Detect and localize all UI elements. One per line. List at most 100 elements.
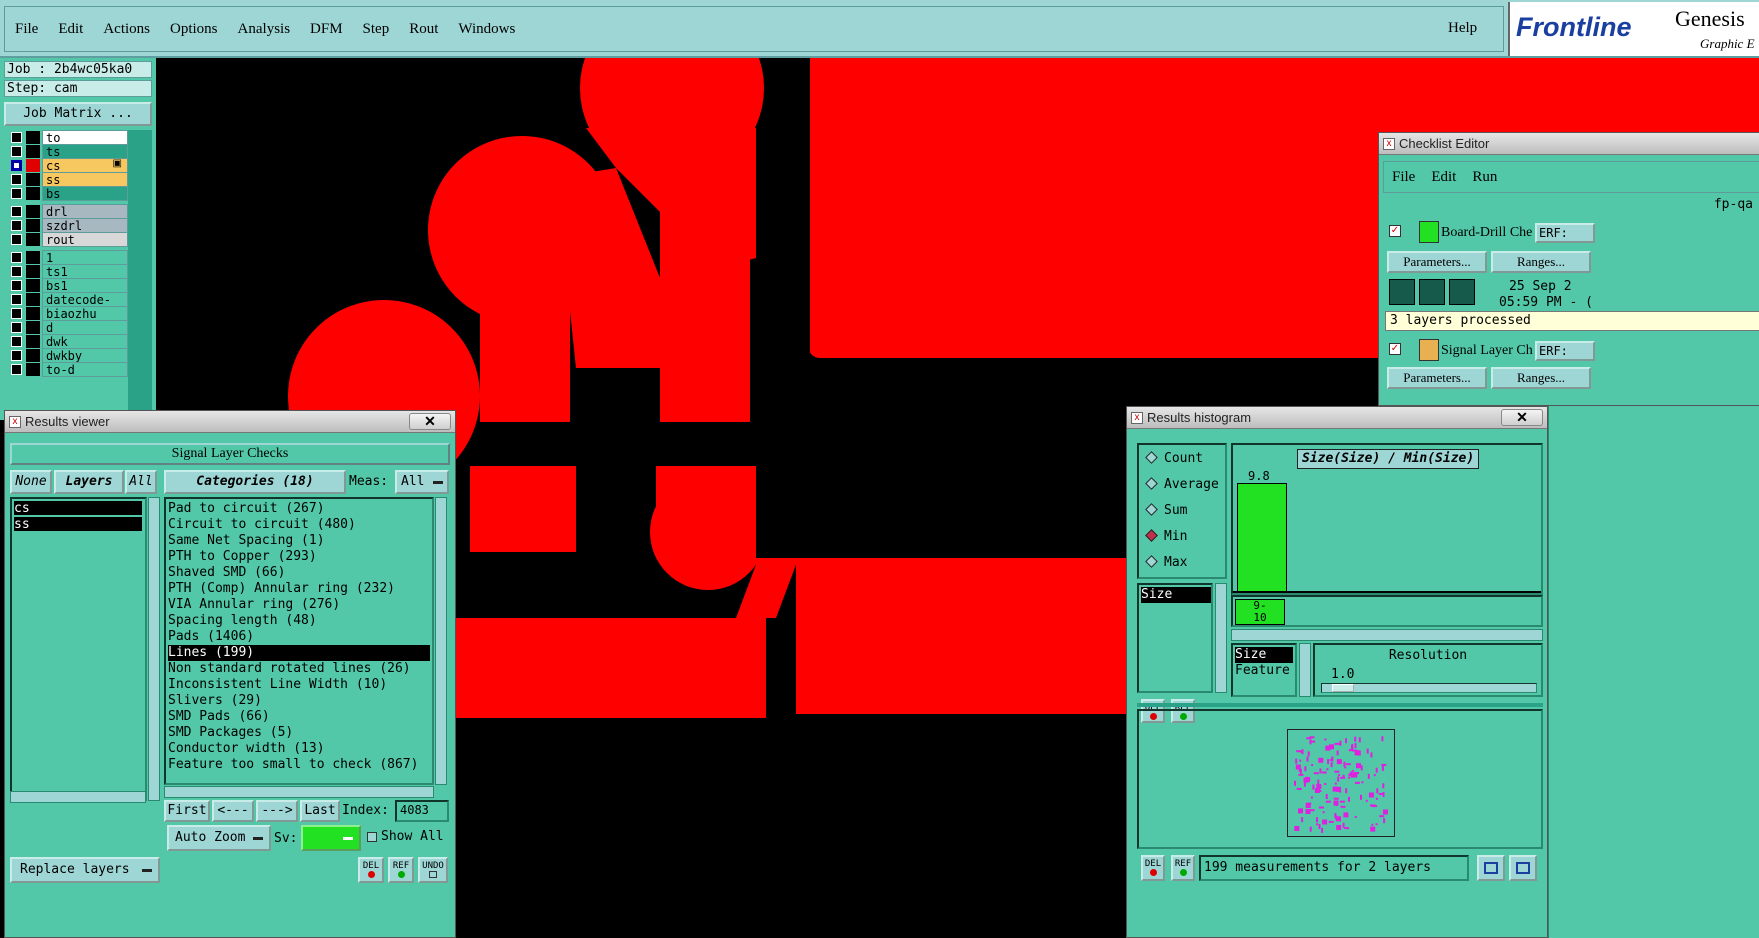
list-item[interactable]: Size	[1235, 647, 1293, 663]
first-button[interactable]: First	[164, 800, 210, 822]
category-item[interactable]: Spacing length (48)	[168, 613, 430, 629]
show-all-checkbox[interactable]	[367, 832, 377, 842]
sv-color-dropdown[interactable]	[301, 825, 361, 851]
menu-help[interactable]: Help	[1448, 20, 1477, 37]
category-item[interactable]: Feature too small to check (867)	[168, 757, 430, 773]
categories-button[interactable]: Categories (18)	[164, 470, 346, 494]
list-item[interactable]: cs	[14, 501, 142, 516]
layer-row-drl[interactable]: drl	[4, 204, 128, 219]
menu-options[interactable]: Options	[160, 21, 228, 38]
layer-row-cs[interactable]: cs ▣	[4, 158, 128, 173]
radio-sum[interactable]: Sum	[1145, 503, 1187, 518]
layer-row-rout[interactable]: rout	[4, 232, 128, 247]
auto-zoom-dropdown[interactable]: Auto Zoom	[167, 825, 271, 851]
checklist-titlebar[interactable]: x Checklist Editor	[1379, 133, 1759, 155]
layer-row-bs1[interactable]: bs1	[4, 278, 128, 293]
layer-row-1[interactable]: 1	[4, 250, 128, 265]
layer-checkbox[interactable]	[11, 234, 22, 245]
layer-name[interactable]: drl	[42, 204, 128, 219]
del-button-bottom[interactable]: DEL	[1141, 855, 1165, 881]
ranges-button-2[interactable]: Ranges...	[1491, 367, 1591, 389]
layer-name[interactable]: ss	[42, 172, 128, 187]
histogram-hscroll[interactable]	[1231, 629, 1543, 641]
menu-dfm[interactable]: DFM	[300, 21, 353, 38]
menu-edit[interactable]: Edit	[1423, 169, 1464, 186]
check2-name[interactable]: Signal Layer Ch	[1441, 343, 1533, 359]
close-icon[interactable]: ✕	[409, 413, 451, 430]
layer-name[interactable]: dwkby	[42, 348, 128, 363]
run-icon[interactable]	[1449, 279, 1475, 305]
layer-name[interactable]: datecode-ptc	[42, 292, 128, 321]
zoom-fit-button[interactable]	[1477, 855, 1505, 881]
layer-checkbox[interactable]	[11, 280, 22, 291]
category-item[interactable]: SMD Pads (66)	[168, 709, 430, 725]
parameters-button[interactable]: Parameters...	[1387, 251, 1487, 273]
layer-row-dwk[interactable]: dwk	[4, 334, 128, 349]
erf-button[interactable]: ERF:	[1535, 223, 1595, 243]
undo-button[interactable]: UNDO	[418, 857, 448, 883]
layer-name[interactable]: to-d	[42, 362, 128, 377]
menu-file[interactable]: File	[5, 21, 48, 38]
layer-checkbox[interactable]	[11, 206, 22, 217]
menu-run[interactable]: Run	[1464, 169, 1505, 186]
meas-dropdown[interactable]: All	[395, 470, 449, 494]
all-button[interactable]: All	[125, 470, 157, 494]
layer-checkbox[interactable]	[11, 364, 22, 375]
layer-row-ts[interactable]: ts	[4, 144, 128, 159]
layer-checkbox[interactable]	[11, 308, 22, 319]
category-list-scrollbar[interactable]	[435, 497, 447, 785]
replace-layers-dropdown[interactable]: Replace layers	[10, 857, 160, 883]
category-item[interactable]: Non standard rotated lines (26)	[168, 661, 430, 677]
layer-name[interactable]: szdrl	[42, 218, 128, 233]
radio-max[interactable]: Max	[1145, 555, 1187, 570]
layer-checkbox[interactable]	[11, 146, 22, 157]
layers-button[interactable]: Layers	[54, 470, 124, 494]
histogram-bar[interactable]	[1237, 483, 1287, 593]
job-matrix-button[interactable]: Job Matrix ...	[4, 102, 152, 126]
layer-results-list[interactable]: cs ss	[10, 497, 147, 801]
category-list-hscroll[interactable]	[164, 786, 434, 798]
layer-list-scrollbar[interactable]	[128, 130, 152, 420]
menu-edit[interactable]: Edit	[48, 21, 93, 38]
layer-row-bs[interactable]: bs	[4, 186, 128, 201]
layer-name[interactable]: bs1	[42, 278, 128, 293]
category-item[interactable]: Conductor width (13)	[168, 741, 430, 757]
layer-name[interactable]: 1	[42, 250, 128, 265]
property-list[interactable]: Size Feature	[1231, 643, 1297, 697]
del-button[interactable]: DEL	[358, 857, 384, 883]
results-viewer-titlebar[interactable]: x Results viewer ✕	[5, 411, 455, 433]
layer-row-datecode-ptc[interactable]: datecode-ptc	[4, 292, 128, 321]
menu-windows[interactable]: Windows	[448, 21, 525, 38]
slider-handle[interactable]	[1332, 684, 1354, 692]
category-item[interactable]: Inconsistent Line Width (10)	[168, 677, 430, 693]
category-item[interactable]: Slivers (29)	[168, 693, 430, 709]
category-item[interactable]: PTH to Copper (293)	[168, 549, 430, 565]
menu-step[interactable]: Step	[353, 21, 400, 38]
layer-checkbox[interactable]	[11, 220, 22, 231]
histogram-chart[interactable]: Size(Size) / Min(Size) 9.8	[1231, 443, 1543, 595]
menu-rout[interactable]: Rout	[399, 21, 448, 38]
category-item[interactable]: Pad to circuit (267)	[168, 501, 430, 517]
radio-min[interactable]: Min	[1145, 529, 1187, 544]
ref-button-bottom[interactable]: REF	[1171, 855, 1195, 881]
ref-button[interactable]: REF	[388, 857, 414, 883]
layer-checkbox[interactable]	[11, 350, 22, 361]
layer-row-to-d[interactable]: to-d	[4, 362, 128, 377]
index-field[interactable]: 4083	[395, 800, 449, 822]
category-item[interactable]: Lines (199)	[168, 645, 430, 661]
layer-name[interactable]: biaozhu	[42, 306, 128, 321]
next-button[interactable]: --->	[256, 800, 298, 822]
category-item[interactable]: Same Net Spacing (1)	[168, 533, 430, 549]
none-button[interactable]: None	[10, 470, 52, 494]
layer-name[interactable]: to	[42, 130, 128, 145]
radio-count[interactable]: Count	[1145, 451, 1203, 466]
menu-analysis[interactable]: Analysis	[228, 21, 301, 38]
layer-name[interactable]: rout	[42, 232, 128, 247]
check1-name[interactable]: Board-Drill Che	[1441, 225, 1532, 241]
size-list-scrollbar[interactable]	[1215, 583, 1227, 693]
layer-name[interactable]: ts	[42, 144, 128, 159]
histogram-titlebar[interactable]: x Results histogram ✕	[1127, 407, 1547, 429]
category-item[interactable]: Pads (1406)	[168, 629, 430, 645]
category-item[interactable]: VIA Annular ring (276)	[168, 597, 430, 613]
layer-list-hscroll[interactable]	[10, 791, 146, 803]
